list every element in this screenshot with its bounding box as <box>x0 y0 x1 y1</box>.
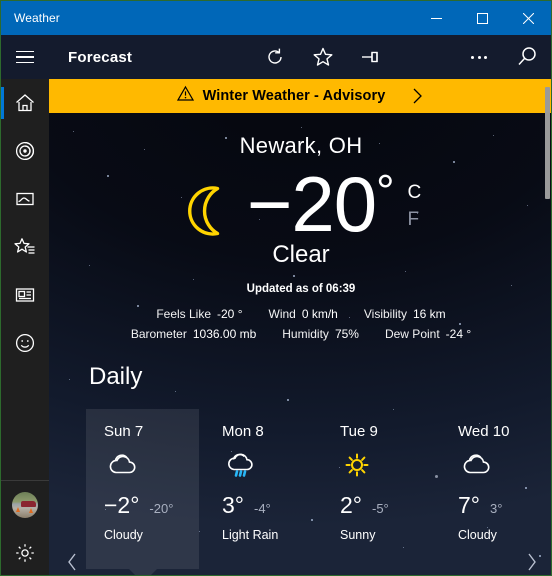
account-button[interactable] <box>1 481 49 529</box>
daily-card-temps: 7° 3° <box>458 492 551 519</box>
current-temperature-value: −20 <box>246 160 377 248</box>
daily-card-1[interactable]: Mon 8 3° -4° Light Rain <box>204 409 317 569</box>
warning-triangle-icon <box>176 85 194 107</box>
forecast-content: Winter Weather - Advisory Newark, OH −20… <box>49 79 551 575</box>
sunny-icon <box>340 450 435 482</box>
settings-button[interactable] <box>1 529 49 575</box>
chevron-right-icon[interactable] <box>410 86 425 106</box>
daily-card-day: Sun 7 <box>104 423 144 440</box>
window-title: Weather <box>14 11 60 25</box>
daily-card-high: 7° <box>458 492 480 518</box>
daily-card-low: -20° <box>149 501 174 516</box>
more-icon[interactable] <box>455 35 503 79</box>
daily-forecast-carousel: Sun 7 −2° -20° Cloudy Mon 8 3° -4° Light… <box>49 409 551 571</box>
daily-card-low: -4° <box>254 501 271 516</box>
current-condition-caption: Clear <box>272 241 330 268</box>
daily-card-high: 3° <box>222 492 244 518</box>
command-bar-icons <box>251 35 551 79</box>
daily-card-2[interactable]: Tue 9 2° -5° Sunny <box>322 409 435 569</box>
daily-card-3[interactable]: Wed 10 7° 3° Cloudy <box>440 409 551 569</box>
daily-card-description: Sunny <box>340 528 376 542</box>
daily-card-day: Wed 10 <box>458 423 510 440</box>
current-conditions: −20° C F <box>49 160 551 248</box>
daily-heading: Daily <box>89 363 143 390</box>
daily-card-low: 3° <box>490 501 503 516</box>
detail-feels-like: Feels Like -20 ° <box>156 307 243 321</box>
moon-crescent-icon <box>181 183 237 244</box>
detail-visibility: Visibility 16 km <box>363 307 446 321</box>
sidebar-item-send-feedback[interactable] <box>1 319 49 367</box>
vertical-scrollbar[interactable] <box>545 87 550 199</box>
daily-card-temps: 3° -4° <box>222 492 317 519</box>
search-icon[interactable] <box>503 35 551 79</box>
detail-humidity: Humidity 75% <box>282 327 359 341</box>
daily-card-0[interactable]: Sun 7 −2° -20° Cloudy <box>86 409 199 569</box>
hamburger-menu-icon[interactable] <box>1 35 49 79</box>
daily-card-description: Cloudy <box>458 528 497 542</box>
sidebar-item-maps[interactable] <box>1 127 49 175</box>
current-temperature: −20° <box>246 160 395 248</box>
carousel-prev-button[interactable] <box>61 547 83 575</box>
daily-card-temps: −2° -20° <box>104 492 199 519</box>
refresh-icon[interactable] <box>251 35 299 79</box>
detail-barometer: Barometer 1036.00 mb <box>130 327 257 341</box>
cloudy-icon <box>104 450 199 482</box>
favorite-star-icon[interactable] <box>299 35 347 79</box>
sidebar-item-forecast[interactable] <box>1 79 49 127</box>
daily-card-description: Light Rain <box>222 528 279 542</box>
maximize-button[interactable] <box>459 1 505 35</box>
daily-card-description: Cloudy <box>104 528 143 542</box>
weather-advisory-banner[interactable]: Winter Weather - Advisory <box>49 79 551 113</box>
detail-dew-point: Dew Point -24 ° <box>384 327 472 341</box>
sidebar-item-favorites[interactable] <box>1 223 49 271</box>
daily-card-day: Mon 8 <box>222 423 264 440</box>
unit-toggle[interactable]: C F <box>407 181 421 231</box>
cloudy-icon <box>458 450 551 482</box>
unit-celsius[interactable]: C <box>407 181 421 204</box>
window-controls <box>413 1 551 35</box>
navigation-rail-bottom <box>1 480 49 575</box>
command-bar: Forecast <box>1 35 551 79</box>
avatar <box>12 492 38 518</box>
navigation-rail <box>1 79 49 575</box>
carousel-next-button[interactable] <box>521 547 543 575</box>
details-row-2: Barometer 1036.00 mb Humidity 75% Dew Poin… <box>131 327 471 341</box>
weather-app-window: Weather Forecast Winter Weather - Adviso… <box>0 0 552 576</box>
title-bar: Weather <box>1 1 551 35</box>
rain-icon <box>222 450 317 482</box>
details-row-1: Feels Like -20 ° Wind 0 km/h Visibility 16 … <box>156 307 445 321</box>
daily-card-low: -5° <box>372 501 389 516</box>
advisory-text: Winter Weather - Advisory <box>202 88 386 104</box>
sidebar-item-historical-weather[interactable] <box>1 175 49 223</box>
minimize-button[interactable] <box>413 1 459 35</box>
daily-card-high: 2° <box>340 492 362 518</box>
detail-wind: Wind 0 km/h <box>268 307 338 321</box>
page-title: Forecast <box>68 48 133 66</box>
unit-fahrenheit[interactable]: F <box>407 208 421 231</box>
updated-timestamp: Updated as of 06:39 <box>246 283 356 295</box>
pin-icon[interactable] <box>347 35 395 79</box>
location-name: Newark, OH <box>239 133 363 158</box>
daily-card-temps: 2° -5° <box>340 492 435 519</box>
close-button[interactable] <box>505 1 551 35</box>
daily-card-high: −2° <box>104 492 140 518</box>
degree-symbol: ° <box>376 165 394 217</box>
sidebar-item-news[interactable] <box>1 271 49 319</box>
moon-icon[interactable] <box>395 35 455 79</box>
daily-card-day: Tue 9 <box>340 423 378 440</box>
current-details: Feels Like -20 ° Wind 0 km/h Visibility 16 … <box>49 307 551 341</box>
